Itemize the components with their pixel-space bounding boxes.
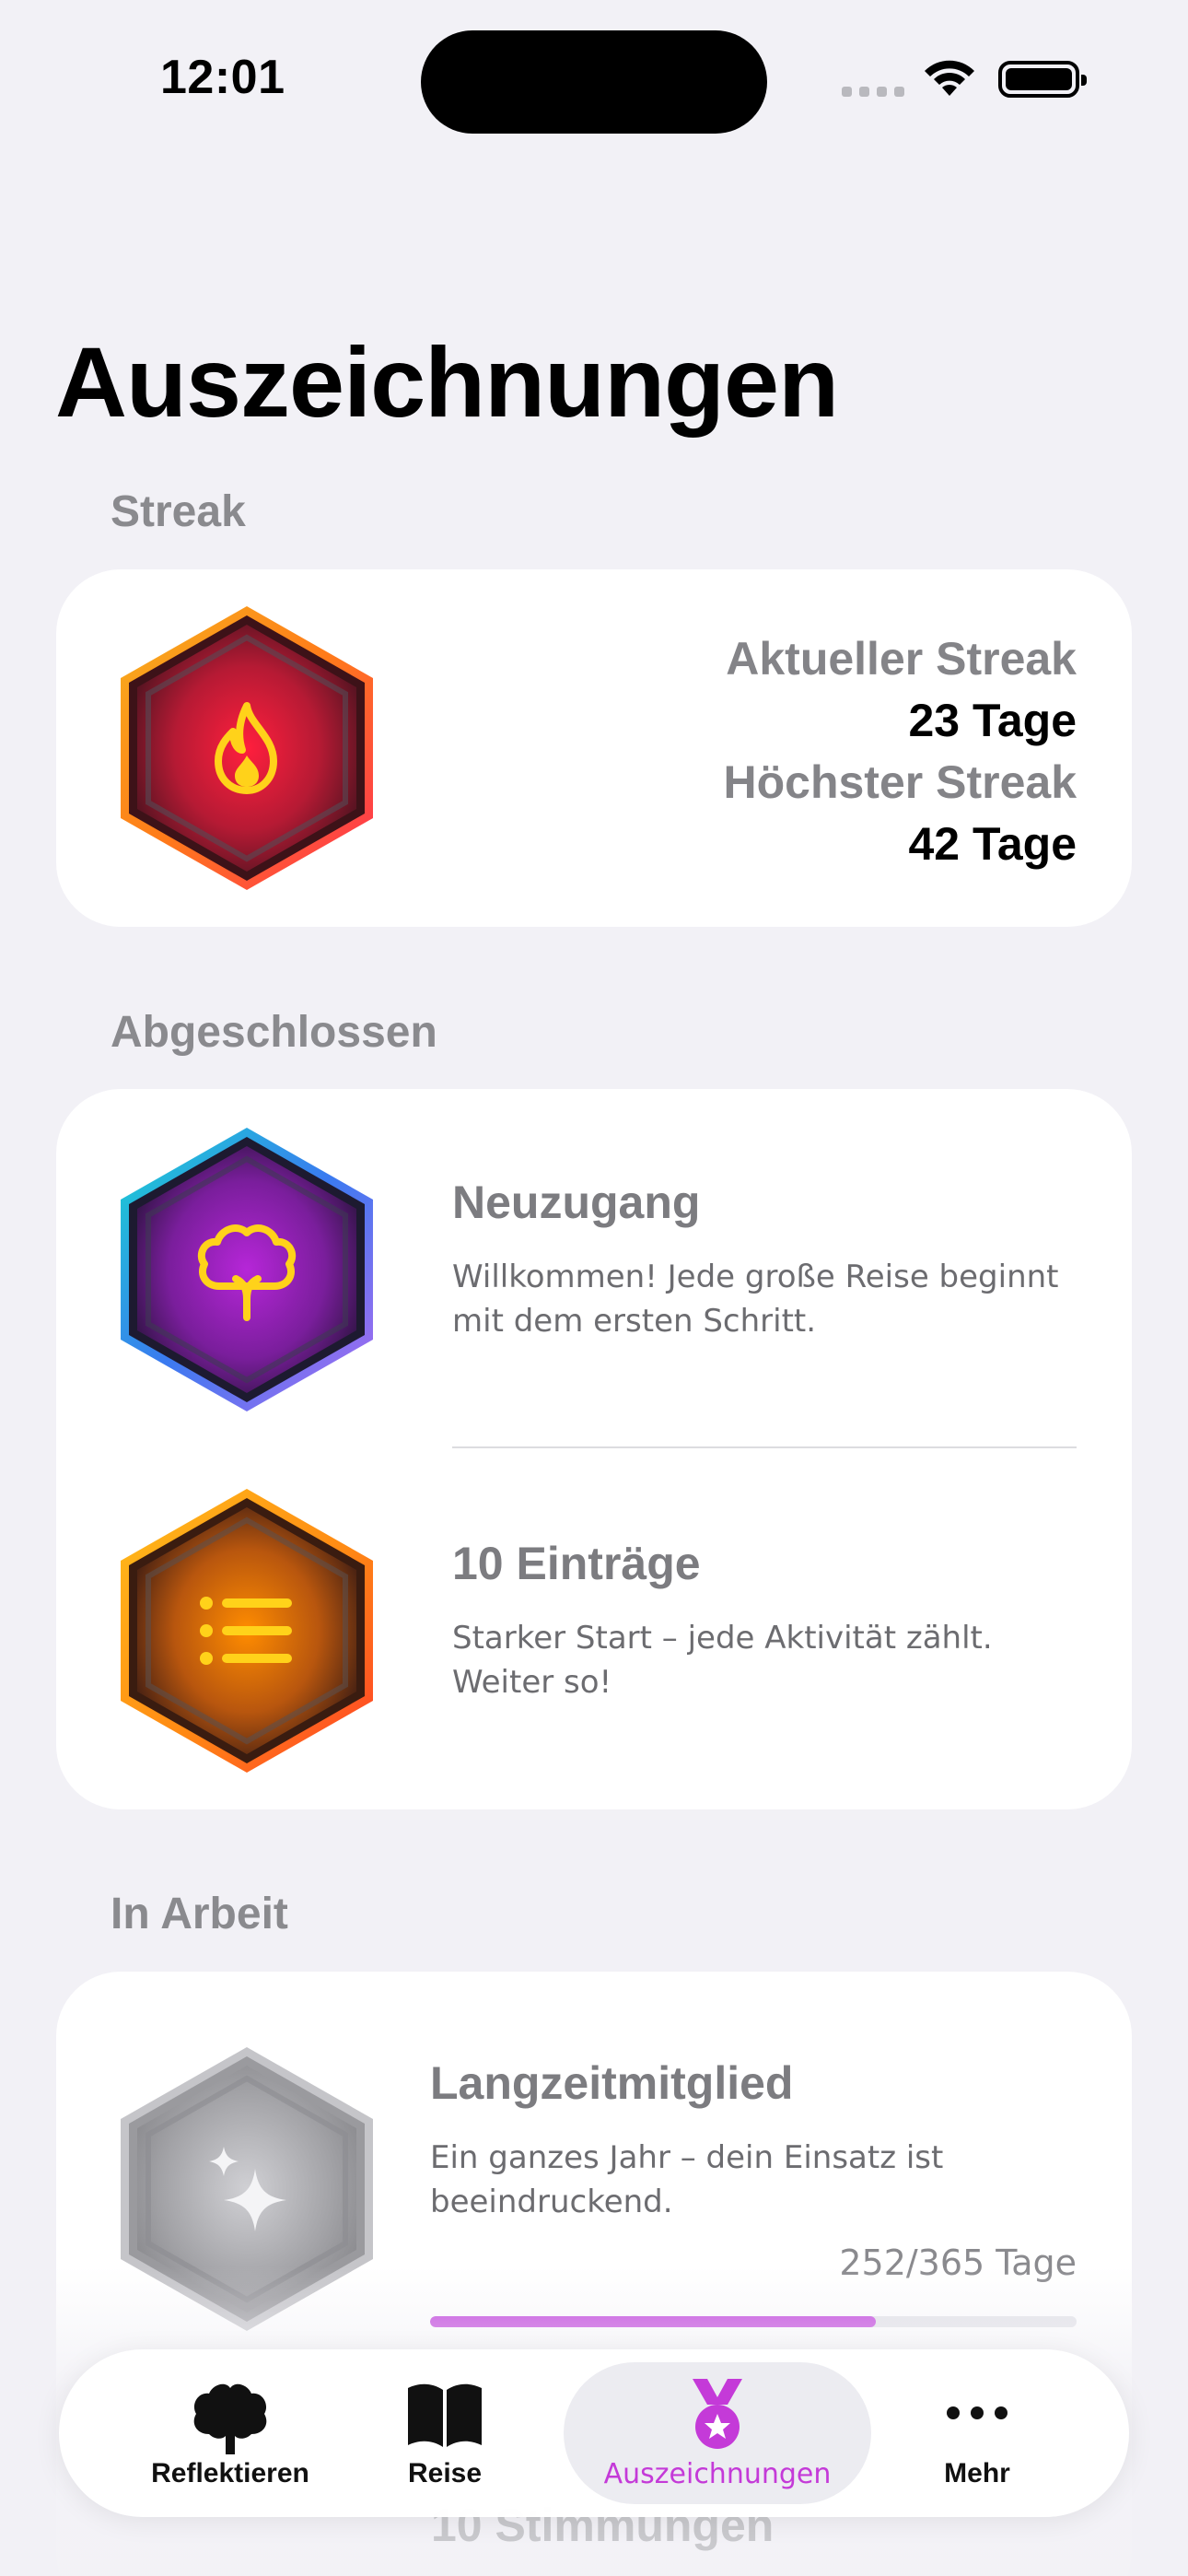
dynamic-island xyxy=(421,30,767,134)
tab-more[interactable]: Mehr xyxy=(882,2362,1072,2504)
newcomer-badge[interactable] xyxy=(113,1122,380,1417)
flame-icon xyxy=(215,702,277,794)
tree-icon xyxy=(197,1224,297,1321)
tab-label: Auszeichnungen xyxy=(603,2458,832,2490)
section-label-in-progress: In Arbeit xyxy=(111,1890,288,1938)
achievements-screen: 12:01 Auszeichnungen Streak Aktueller St… xyxy=(0,0,1188,2576)
best-streak-label: Höchster Streak xyxy=(723,756,1077,808)
tab-label: Reflektieren xyxy=(151,2458,309,2488)
wifi-icon xyxy=(921,59,978,104)
achievement-description: Willkommen! Jede große Reise beginnt mit… xyxy=(452,1259,1059,1340)
achievement-description: Starker Start – jede Aktivität zählt. We… xyxy=(452,1620,993,1701)
achievement-title: 10 Einträge xyxy=(452,1538,701,1589)
best-streak-value: 42 Tage xyxy=(908,818,1077,870)
medal-icon xyxy=(693,2379,742,2449)
tab-label: Mehr xyxy=(944,2458,1010,2488)
completed-card: Neuzugang Willkommen! Jede große Reise b… xyxy=(56,1089,1132,1809)
achievement-title: Langzeitmitglied xyxy=(430,2057,794,2109)
tab-journey[interactable]: Reise xyxy=(332,2362,558,2504)
section-label-completed: Abgeschlossen xyxy=(111,1008,437,1057)
streak-stats: Aktueller Streak 23 Tage Höchster Streak… xyxy=(561,628,1077,875)
tab-label: Reise xyxy=(407,2458,483,2488)
streak-card: Aktueller Streak 23 Tage Höchster Streak… xyxy=(56,569,1132,927)
cellular-signal-icon xyxy=(842,87,904,97)
current-streak-value: 23 Tage xyxy=(908,695,1077,746)
tab-reflect[interactable]: Reflektieren xyxy=(92,2362,368,2504)
tree-icon xyxy=(193,2383,267,2454)
section-label-streak: Streak xyxy=(111,487,246,536)
status-time: 12:01 xyxy=(160,51,285,104)
sparkles-icon xyxy=(209,2147,286,2231)
ellipsis-icon xyxy=(947,2406,1007,2419)
divider xyxy=(452,1446,1077,1448)
tab-bar: Reflektieren Reise Auszeichnungen Mehr xyxy=(59,2349,1129,2517)
streak-badge xyxy=(113,601,380,896)
page-title: Auszeichnungen xyxy=(55,326,839,438)
book-icon xyxy=(408,2383,482,2447)
achievement-description: Ein ganzes Jahr – dein Einsatz ist beein… xyxy=(430,2139,944,2220)
achievement-title: Neuzugang xyxy=(452,1177,701,1228)
tab-achievements[interactable]: Auszeichnungen xyxy=(564,2362,871,2504)
list-icon xyxy=(200,1597,292,1665)
entries-badge[interactable] xyxy=(113,1483,380,1778)
current-streak-label: Aktueller Streak xyxy=(726,633,1077,685)
status-icons xyxy=(842,55,1090,101)
battery-icon xyxy=(998,61,1087,98)
